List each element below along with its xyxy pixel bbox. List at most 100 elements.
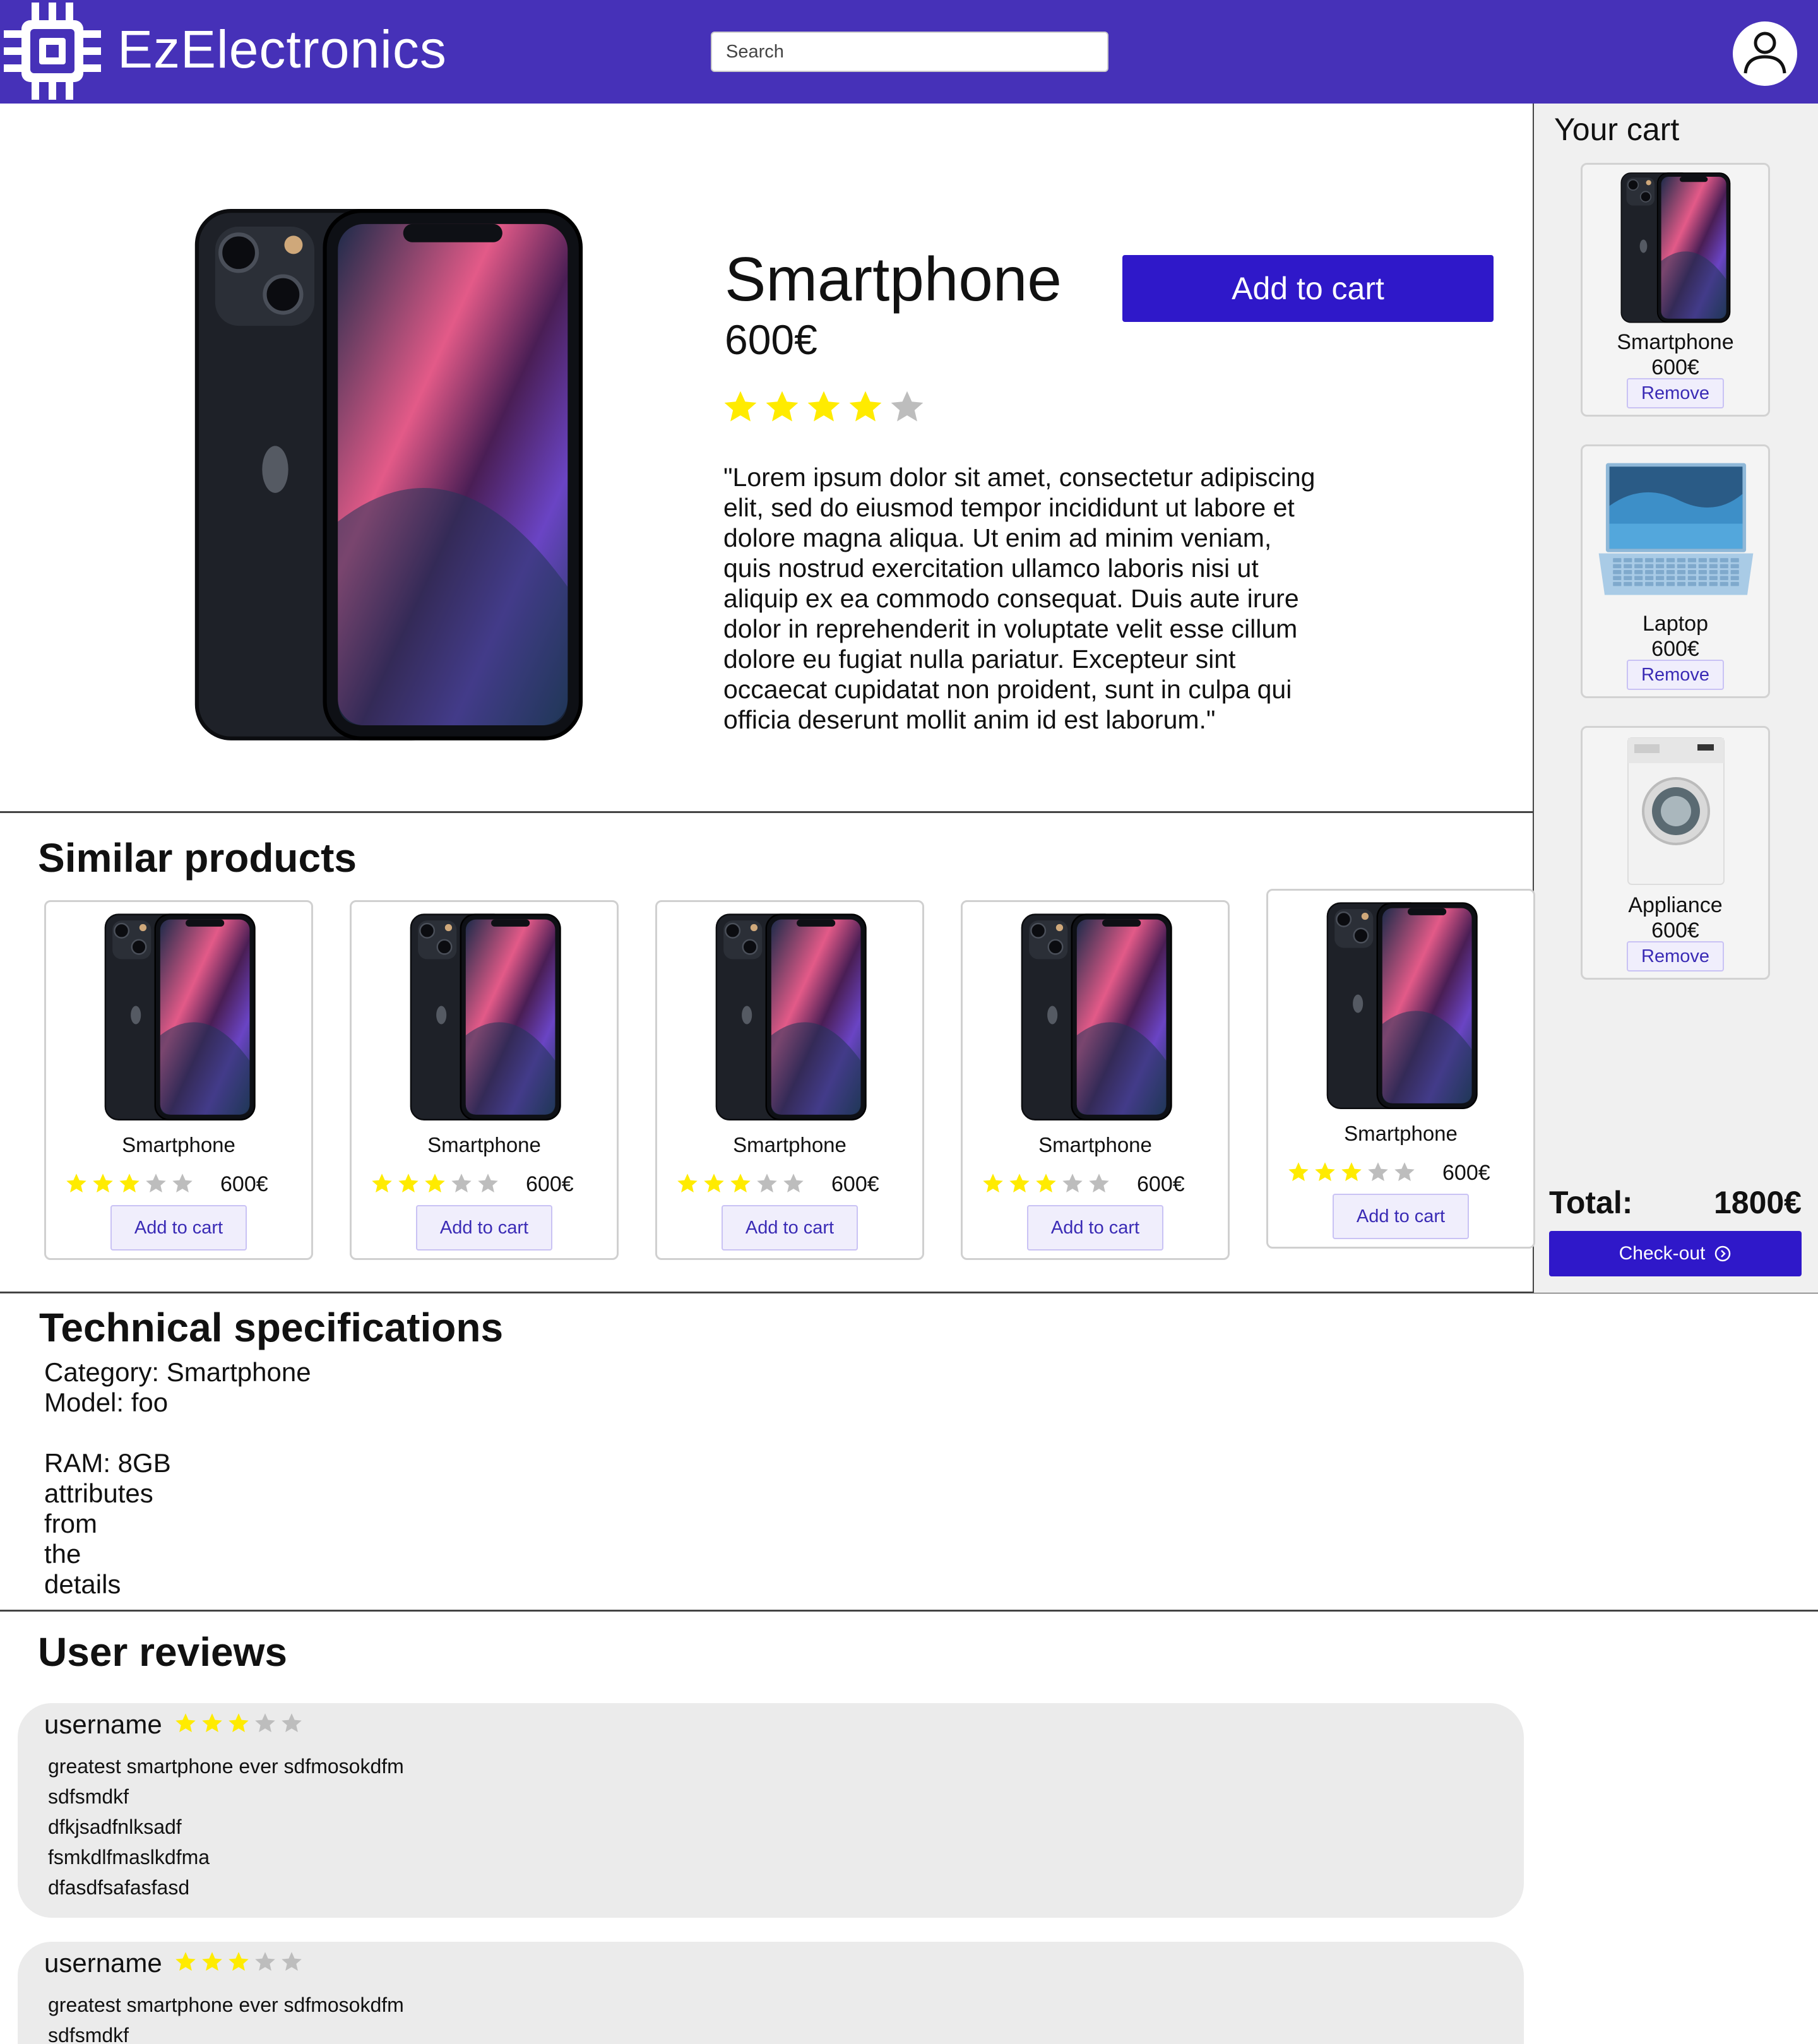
star-empty-icon	[280, 1712, 303, 1735]
similar-product-price: 600€	[1442, 1161, 1490, 1185]
checkout-button[interactable]: Check-out	[1549, 1231, 1802, 1276]
add-to-cart-button[interactable]: Add to cart	[1122, 255, 1494, 322]
review-username[interactable]: username	[44, 1709, 162, 1740]
star-filled-icon	[676, 1172, 699, 1195]
star-filled-icon	[424, 1172, 446, 1195]
cart-title: Your cart	[1554, 112, 1680, 147]
arrow-circle-icon	[1715, 1245, 1731, 1262]
similar-product-card[interactable]: Smartphone 600€ Add to cart	[1266, 889, 1535, 1249]
review-text-line: fsmkdlfmaslkdfma	[48, 1846, 210, 1869]
section-divider	[0, 1610, 1818, 1612]
reviews-title: User reviews	[38, 1629, 287, 1675]
star-filled-icon	[1008, 1172, 1031, 1195]
user-avatar[interactable]	[1733, 21, 1797, 86]
add-to-cart-button[interactable]: Add to cart	[416, 1205, 552, 1251]
similar-product-name: Smartphone	[1344, 1122, 1458, 1145]
spec-line: attributes	[44, 1478, 153, 1508]
review-username[interactable]: username	[44, 1948, 162, 1978]
cart-item: Smartphone 600€ Remove	[1581, 163, 1770, 417]
review-text-line: greatest smartphone ever sdfmosokdfm	[48, 1755, 404, 1778]
spec-line: Category: Smartphone	[44, 1357, 311, 1387]
similar-products-title: Similar products	[38, 835, 357, 881]
remove-button[interactable]: Remove	[1627, 941, 1724, 971]
similar-product-card[interactable]: Smartphone 600€ Add to cart	[961, 900, 1230, 1260]
star-empty-icon	[756, 1172, 778, 1195]
cart-item-price: 600€	[1651, 355, 1699, 379]
star-filled-icon	[118, 1172, 141, 1195]
spec-line: the	[44, 1539, 81, 1569]
star-filled-icon	[805, 389, 842, 425]
star-filled-icon	[982, 1172, 1004, 1195]
similar-product-price: 600€	[1137, 1172, 1185, 1196]
cart-item-name: Laptop	[1643, 612, 1708, 636]
smartphone-image	[1325, 902, 1480, 1110]
star-filled-icon	[1035, 1172, 1057, 1195]
remove-button[interactable]: Remove	[1627, 660, 1724, 690]
review-text-line: greatest smartphone ever sdfmosokdfm	[48, 1993, 404, 2016]
similar-product-rating	[371, 1172, 503, 1197]
star-empty-icon	[450, 1172, 473, 1195]
review-text-line: sdfsmdkf	[48, 2024, 129, 2044]
star-filled-icon	[729, 1172, 752, 1195]
star-empty-icon	[1367, 1161, 1389, 1184]
star-empty-icon	[254, 1712, 276, 1735]
star-filled-icon	[201, 1712, 223, 1735]
similar-product-name: Smartphone	[427, 1133, 541, 1156]
smartphone-image	[408, 913, 564, 1122]
star-filled-icon	[227, 1712, 250, 1735]
similar-product-card[interactable]: Smartphone 600€ Add to cart	[655, 900, 924, 1260]
similar-product-price: 600€	[526, 1172, 574, 1196]
top-header: EzElectronics	[0, 0, 1818, 104]
add-to-cart-button[interactable]: Add to cart	[722, 1205, 858, 1251]
star-empty-icon	[889, 389, 925, 425]
star-empty-icon	[1393, 1161, 1416, 1184]
review-rating	[174, 1951, 307, 1976]
total-value: 1800€	[1713, 1185, 1802, 1220]
star-filled-icon	[371, 1172, 393, 1195]
star-empty-icon	[280, 1951, 303, 1973]
brand-name[interactable]: EzElectronics	[117, 19, 447, 80]
spec-line: Model: foo	[44, 1387, 169, 1417]
cart-item-name: Appliance	[1628, 893, 1723, 917]
add-to-cart-button[interactable]: Add to cart	[110, 1205, 247, 1251]
star-filled-icon	[722, 389, 759, 425]
laptop-image	[1595, 454, 1757, 605]
similar-product-card[interactable]: Smartphone 600€ Add to cart	[350, 900, 619, 1260]
add-to-cart-button[interactable]: Add to cart	[1333, 1194, 1469, 1239]
user-icon	[1744, 32, 1786, 74]
similar-product-name: Smartphone	[733, 1133, 847, 1156]
remove-button[interactable]: Remove	[1627, 378, 1724, 408]
star-filled-icon	[847, 389, 884, 425]
similar-product-name: Smartphone	[122, 1133, 235, 1156]
star-filled-icon	[92, 1172, 114, 1195]
chip-logo-icon[interactable]	[4, 3, 101, 100]
washing-machine-image	[1595, 735, 1757, 887]
star-empty-icon	[782, 1172, 805, 1195]
star-empty-icon	[171, 1172, 194, 1195]
smartphone-image	[103, 913, 258, 1122]
star-empty-icon	[477, 1172, 499, 1195]
star-filled-icon	[1340, 1161, 1363, 1184]
search-input[interactable]	[711, 32, 1108, 72]
star-filled-icon	[703, 1172, 725, 1195]
cart-item: Laptop 600€ Remove	[1581, 444, 1770, 698]
similar-product-price: 600€	[220, 1172, 268, 1196]
checkout-label: Check-out	[1619, 1243, 1706, 1264]
star-filled-icon	[201, 1951, 223, 1973]
star-filled-icon	[227, 1951, 250, 1973]
review-card: username greatest smartphone ever sdfmoso…	[18, 1703, 1524, 1918]
specs-title: Technical specifications	[39, 1305, 504, 1350]
product-image	[193, 208, 587, 744]
product-rating	[722, 389, 930, 431]
star-filled-icon	[65, 1172, 88, 1195]
add-to-cart-button[interactable]: Add to cart	[1027, 1205, 1163, 1251]
cart-item-price: 600€	[1651, 918, 1699, 942]
similar-product-rating	[1287, 1161, 1420, 1186]
section-divider	[0, 811, 1534, 813]
star-filled-icon	[1314, 1161, 1336, 1184]
star-empty-icon	[1061, 1172, 1084, 1195]
similar-product-card[interactable]: Smartphone 600€ Add to cart	[44, 900, 313, 1260]
product-price: 600€	[725, 316, 817, 363]
star-empty-icon	[254, 1951, 276, 1973]
cart-item-name: Smartphone	[1617, 330, 1734, 354]
